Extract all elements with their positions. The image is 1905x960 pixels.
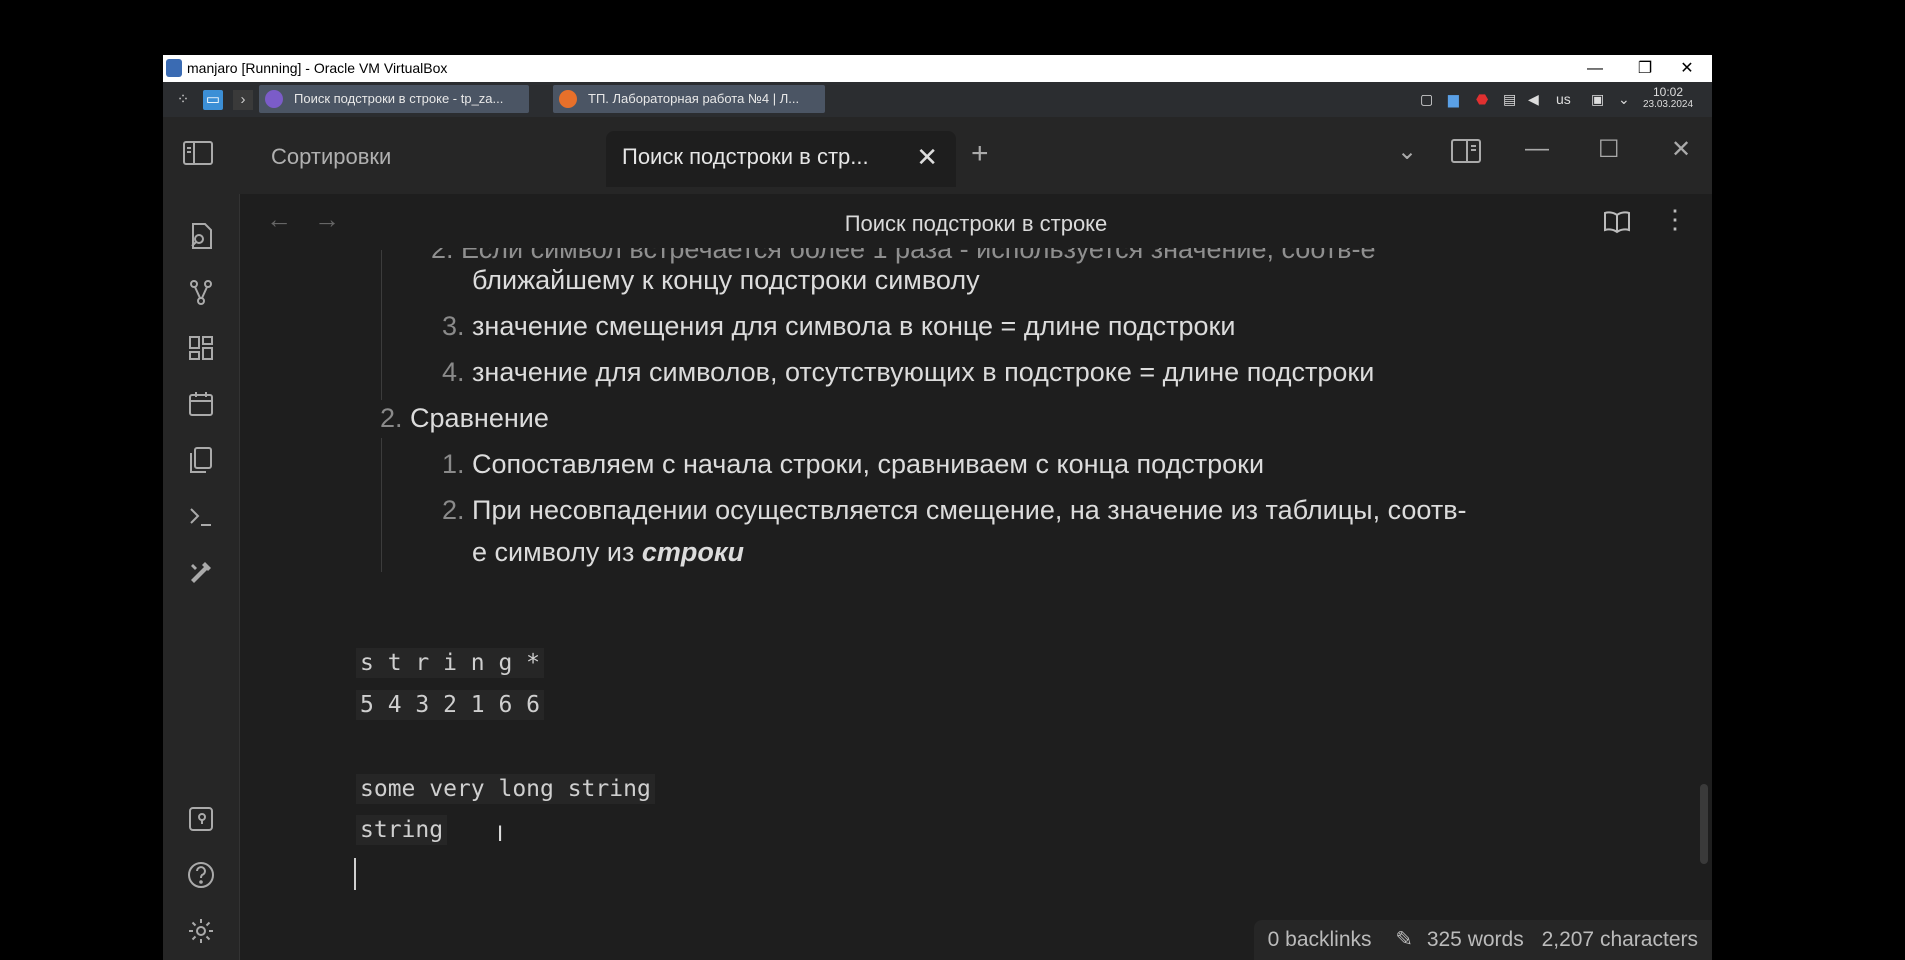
virtualbox-window: manjaro [Running] - Oracle VM VirtualBox… — [163, 55, 1712, 960]
tab-sortirovki[interactable]: Сортировки — [271, 131, 601, 187]
task-obsidian[interactable]: Поиск подстроки в строке - tp_za... — [259, 85, 529, 113]
new-tab-icon[interactable]: + — [971, 137, 989, 171]
list-item: 2. Сравнение — [380, 403, 549, 434]
guest-taskbar: ⁘ ▭ › Поиск подстроки в строке - tp_za..… — [163, 82, 1712, 117]
edit-pencil-icon[interactable]: ✎ — [1395, 928, 1413, 951]
clipboard-tray-icon[interactable]: ▤ — [1503, 82, 1516, 117]
task-label: Поиск подстроки в строке - tp_za... — [294, 91, 504, 106]
indent-guide — [381, 438, 382, 572]
open-quick-switcher-icon[interactable] — [185, 220, 217, 252]
list-item-text: ближайшему к концу подстроки символу — [472, 265, 980, 295]
task-label: ТП. Лабораторная работа №4 | Л... — [588, 91, 800, 106]
list-item: 2. При несовпадении осуществляется смеще… — [442, 495, 1467, 526]
network-tray-icon[interactable]: ▣ — [1591, 82, 1604, 117]
virtualbox-title: manjaro [Running] - Oracle VM VirtualBox — [187, 60, 448, 76]
inline-code: some very long string — [356, 774, 655, 804]
sidebar-toggle-icon[interactable] — [183, 141, 213, 165]
inline-code: s t r i n g * — [356, 648, 545, 678]
settings-gear-icon[interactable] — [185, 915, 217, 947]
vbox-minimize-button[interactable]: — — [1570, 55, 1620, 82]
graph-view-icon[interactable] — [185, 276, 217, 308]
command-palette-terminal-icon[interactable] — [185, 500, 217, 532]
display-tray-icon[interactable]: ▆ — [1448, 82, 1459, 117]
task-firefox[interactable]: ТП. Лабораторная работа №4 | Л... — [553, 85, 825, 113]
tab-label: Поиск подстроки в стр... — [622, 144, 869, 169]
virtualbox-titlebar: manjaro [Running] - Oracle VM VirtualBox… — [163, 55, 1712, 82]
tab-poisk-podstroki[interactable]: Поиск подстроки в стр... ✕ — [606, 131, 956, 187]
app-close-icon[interactable]: ✕ — [1671, 135, 1691, 164]
shield-tray-icon[interactable]: ⬣ — [1476, 82, 1488, 117]
inline-code: 5 4 3 2 1 6 6 — [356, 690, 545, 720]
app-minimize-icon[interactable]: — — [1525, 135, 1549, 163]
list-item-text: При несовпадении осуществляется смещение… — [472, 495, 1467, 525]
chevron-down-icon[interactable]: ⌄ — [1618, 82, 1630, 117]
status-bar: 0 backlinks ✎ 325 words 2,207 characters — [1253, 920, 1712, 960]
list-number: 1. — [442, 449, 465, 479]
list-item: 1. Сопоставляем с начала строки, сравнив… — [442, 449, 1264, 480]
list-item-text: е символу из строки — [472, 537, 744, 568]
firefox-icon — [559, 90, 577, 108]
left-ribbon — [163, 194, 240, 960]
list-number: 3. — [442, 311, 465, 341]
list-item-text: Сравнение — [410, 403, 549, 433]
list-item: 4. значение для символов, отсутствующих … — [442, 357, 1374, 388]
app-launcher-icon[interactable]: ⁘ — [173, 90, 193, 110]
character-count: 2,207 characters — [1541, 928, 1698, 951]
tab-close-icon[interactable]: ✕ — [916, 131, 938, 183]
clock[interactable]: 10:02 23.03.2024 — [1638, 86, 1698, 111]
keyboard-layout[interactable]: us — [1556, 82, 1571, 117]
list-number: 2. — [442, 495, 465, 525]
list-item-text: значение для символов, отсутствующих в п… — [472, 357, 1375, 387]
backlinks-count[interactable]: 0 backlinks — [1268, 928, 1372, 951]
editor-pane: ← → Поиск подстроки в строке ⋮ 2. Если с… — [240, 194, 1712, 960]
clock-date: 23.03.2024 — [1642, 99, 1694, 110]
obsidian-icon — [265, 90, 283, 108]
list-item: 3. значение смещения для символа в конце… — [442, 311, 1235, 342]
list-item-text-cont: е символу из — [472, 537, 642, 567]
virtualbox-app-icon — [166, 59, 182, 77]
list-number: 4. — [442, 357, 465, 387]
view-title[interactable]: Поиск подстроки в строке — [240, 211, 1712, 237]
vault-switcher-icon[interactable] — [185, 803, 217, 835]
more-options-icon[interactable]: ⋮ — [1662, 206, 1688, 232]
tab-label: Сортировки — [271, 144, 392, 169]
mouse-ibeam-cursor: I — [497, 821, 504, 846]
help-icon[interactable] — [185, 859, 217, 891]
terminal-icon[interactable]: › — [233, 90, 253, 110]
vbox-close-button[interactable]: ✕ — [1662, 55, 1712, 82]
tools-plugin-icon[interactable] — [185, 556, 217, 588]
file-manager-icon[interactable]: ▭ — [203, 90, 223, 110]
scrollbar-thumb[interactable] — [1700, 784, 1708, 864]
daily-note-calendar-icon[interactable] — [185, 388, 217, 420]
text-caret — [354, 858, 356, 890]
volume-tray-icon[interactable]: ◀ — [1528, 82, 1539, 117]
chevron-down-icon[interactable]: ⌄ — [1397, 137, 1417, 166]
indent-guide — [381, 250, 382, 400]
clock-time: 10:02 — [1652, 85, 1684, 99]
inline-code: string — [356, 815, 448, 845]
bold-italic-word: строки — [641, 537, 745, 567]
list-item-text: значение смещения для символа в конце = … — [472, 311, 1236, 341]
app-maximize-icon[interactable]: ☐ — [1598, 135, 1620, 164]
split-view-icon[interactable] — [1451, 139, 1481, 163]
canvas-icon[interactable] — [185, 332, 217, 364]
list-item-text: Сопоставляем с начала строки, сравниваем… — [472, 449, 1265, 479]
view-header: ← → Поиск подстроки в строке ⋮ — [240, 194, 1712, 250]
reading-view-book-icon[interactable] — [1603, 210, 1631, 234]
word-count: 325 words — [1426, 928, 1524, 951]
list-number: 2. — [380, 403, 403, 433]
notes-tray-icon[interactable]: ▢ — [1420, 82, 1433, 117]
templates-copy-icon[interactable] — [185, 444, 217, 476]
